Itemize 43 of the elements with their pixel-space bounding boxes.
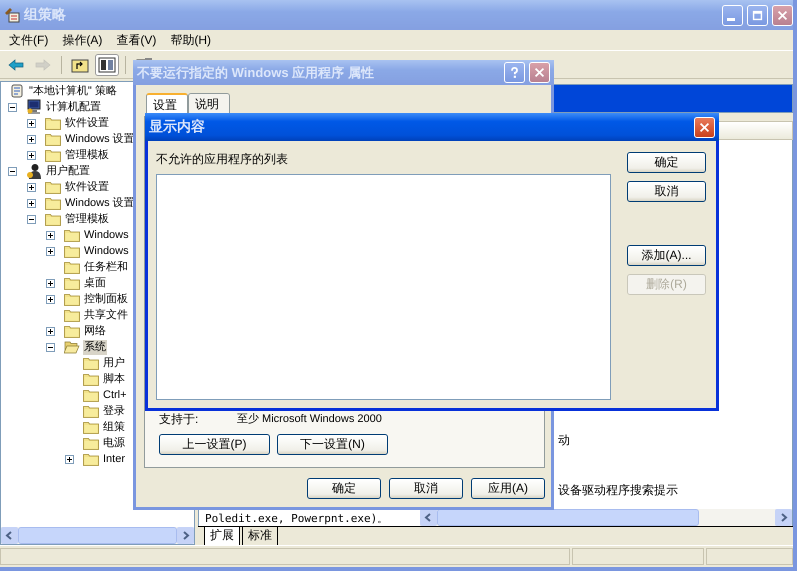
folder-icon <box>83 388 99 402</box>
window-title: 组策略 <box>24 6 66 24</box>
computer-icon <box>26 99 42 115</box>
folder-icon <box>83 372 99 386</box>
supported-label: 支持于: <box>159 411 200 428</box>
folder-icon <box>45 180 61 194</box>
folder-icon <box>45 148 61 162</box>
folder-icon <box>83 420 99 434</box>
scroll-left-icon[interactable] <box>1 527 18 544</box>
list-label: 不允许的应用程序的列表 <box>156 151 289 168</box>
folder-icon <box>64 260 80 274</box>
folder-icon <box>83 452 99 466</box>
open-folder-icon <box>64 340 80 354</box>
folder-icon <box>45 132 61 146</box>
folder-icon <box>64 308 80 322</box>
folder-icon <box>45 116 61 130</box>
scroll-left-icon[interactable] <box>420 509 437 526</box>
folder-icon <box>64 324 80 338</box>
user-icon <box>26 163 42 179</box>
scroll-icon <box>9 83 25 99</box>
folder-icon <box>83 436 99 450</box>
dialog-title: 不要运行指定的 Windows 应用程序 属性 <box>137 64 374 82</box>
folder-icon <box>45 196 61 210</box>
folder-icon <box>64 276 80 290</box>
folder-icon <box>83 404 99 418</box>
close-button[interactable] <box>694 116 715 138</box>
app-icon <box>4 7 20 23</box>
list-cell: 设备驱动程序搜索提示 <box>558 483 678 497</box>
description-text: Poledit.exe, Powerpnt.exe)。 <box>205 512 388 525</box>
scroll-right-icon[interactable] <box>775 509 792 526</box>
folder-icon <box>83 356 99 370</box>
folder-icon <box>45 212 61 226</box>
nav-button[interactable]: 上一设置(P) <box>159 434 270 455</box>
scroll-right-icon[interactable] <box>177 527 194 544</box>
dialog-title: 显示内容 <box>149 118 205 136</box>
supported-value: 至少 Microsoft Windows 2000 <box>237 412 382 427</box>
list-cell: 动 <box>558 433 570 447</box>
minimize-icon <box>727 18 735 20</box>
folder-icon <box>64 292 80 306</box>
nav-button[interactable]: 下一设置(N) <box>277 434 388 455</box>
close-icon <box>532 65 547 80</box>
folder-icon <box>64 228 80 242</box>
folder-icon <box>64 244 80 258</box>
